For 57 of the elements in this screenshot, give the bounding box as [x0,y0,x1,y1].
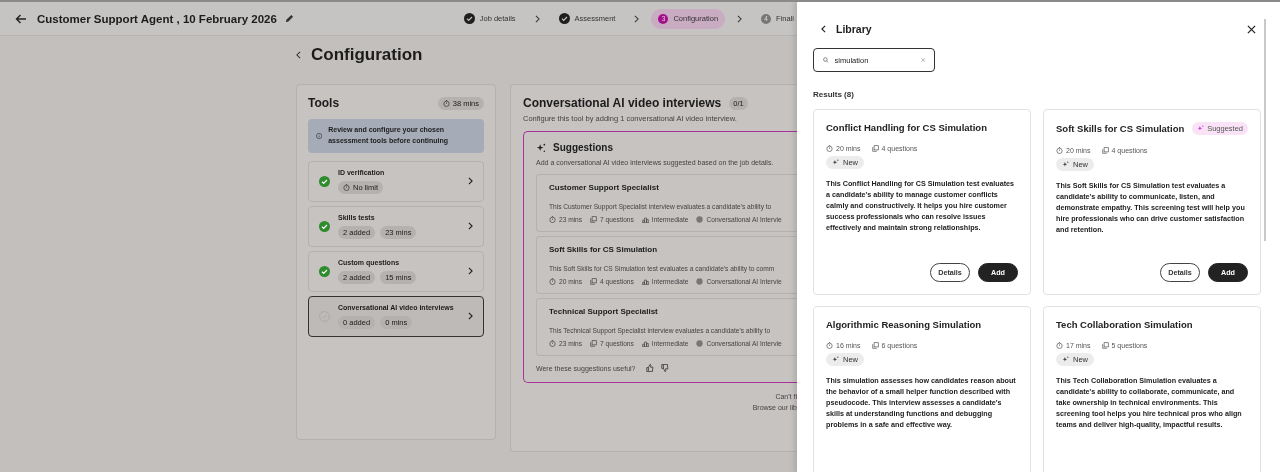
thumbs-up-icon[interactable] [645,364,654,372]
timer-icon [343,183,350,191]
suggestion-title: Technical Support Specialist [549,307,659,316]
timer-icon [1056,147,1063,154]
close-icon[interactable] [1247,24,1256,34]
timer-icon [826,342,833,349]
bar-chart-icon [641,216,649,223]
chevron-left-icon[interactable] [296,51,301,59]
results-count: Results (8) [813,90,855,99]
timer-icon [1056,342,1063,349]
timer-icon [549,340,556,347]
card-title: Conflict Handling for CS Simulation [826,122,987,133]
bar-chart-icon [641,278,649,285]
bar-chart-icon [641,340,649,347]
suggestion-title: Customer Support Specialist [549,183,660,192]
sparkle-icon [536,142,546,153]
chevron-right-icon [468,177,473,186]
chevron-left-icon[interactable] [821,25,826,33]
suggestion-title: Soft Skills for CS Simulation [549,245,658,254]
check-circle-icon [463,13,475,24]
thumbs-down-icon[interactable] [660,364,669,372]
check-circle-icon [558,13,570,24]
chevron-right-icon [468,312,473,321]
search-icon [823,55,829,65]
back-arrow-icon[interactable] [15,12,27,25]
chevron-right-icon [468,267,473,276]
card-title: Tech Collaboration Simulation [1056,319,1193,330]
info-icon [316,130,323,141]
card-title: Algorithmic Reasoning Simulation [826,319,982,330]
section-title: Configuration [311,45,423,65]
chevron-right-icon [737,14,743,23]
panel-title: Conversational AI video interviews [523,96,722,110]
chevron-right-icon [634,14,640,23]
sparkle-icon [1062,161,1069,168]
pages-icon [871,342,879,349]
sparkle-icon [832,159,839,166]
timer-icon [826,145,833,152]
pages-icon [1101,147,1109,154]
chevron-right-icon [468,222,473,231]
pages-icon [590,216,598,223]
timer-icon [549,278,556,285]
page-title: Customer Support Agent , 10 February 2026 [37,12,277,25]
pages-icon [871,145,879,152]
suggestions-title: Suggestions [553,142,613,153]
sparkle-icon [832,356,839,363]
pages-icon [590,340,598,347]
timer-icon [549,216,556,223]
pencil-icon[interactable] [284,14,294,23]
sparkle-icon [1197,125,1205,132]
card-title: Soft Skills for CS Simulation [1056,123,1185,134]
panel-title: Tools [308,96,340,110]
chevron-right-icon [534,14,540,23]
sparkle-icon [1062,356,1069,363]
pages-icon [1101,342,1109,349]
drawer-title: Library [836,23,872,35]
pages-icon [590,278,598,285]
timer-icon [442,99,450,107]
